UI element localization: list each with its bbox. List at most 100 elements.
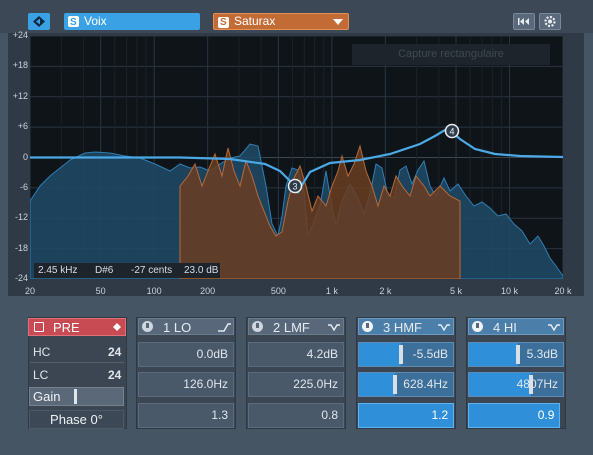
hc-label: HC <box>33 345 51 359</box>
x-tick-label: 100 <box>146 286 162 296</box>
y-tick-label: -12 <box>14 212 28 223</box>
y-tick-label: -18 <box>14 242 28 253</box>
band-value: 0.8 <box>321 408 338 422</box>
power-icon[interactable] <box>142 321 153 332</box>
phase-label: Phase 0° <box>50 412 103 427</box>
band-1-freq-field[interactable]: 126.0Hz <box>138 372 234 397</box>
power-icon[interactable] <box>472 321 483 332</box>
value-fill <box>359 343 402 366</box>
band-value: 5.3dB <box>526 347 558 361</box>
x-tick-label: 20 k <box>554 286 572 296</box>
pre-link-icon[interactable] <box>111 321 123 333</box>
low-shelf-icon[interactable] <box>217 321 231 333</box>
hc-slope-value[interactable]: 24 <box>108 345 121 359</box>
phase-button[interactable]: Phase 0° <box>29 410 124 429</box>
band-2-header: 2 LMF <box>248 318 344 335</box>
band-name: 1 LO <box>163 320 192 335</box>
band-4-freq-field[interactable]: 4807Hz <box>468 372 564 397</box>
gain-slider[interactable]: Gain <box>29 387 124 406</box>
band-3-header: 3 HMF <box>358 318 454 335</box>
band-1-q-field[interactable]: 1.3 <box>138 403 234 428</box>
band-3-gain-field[interactable]: -5.5dB <box>358 342 454 367</box>
band-value: 4.2dB <box>306 347 338 361</box>
top-bar: Voix Saturax <box>0 0 593 33</box>
band-2-gain-field[interactable]: 4.2dB <box>248 342 344 367</box>
band-value: 0.0dB <box>196 347 228 361</box>
peak-filter-icon[interactable] <box>327 321 341 333</box>
band-4-gain-field[interactable]: 5.3dB <box>468 342 564 367</box>
y-tick-label: +6 <box>17 121 28 132</box>
peak-filter-icon[interactable] <box>437 321 451 333</box>
band-value: 126.0Hz <box>183 377 228 391</box>
eq-spectrum-svg: 3 4 <box>30 36 563 279</box>
insert-name: Saturax <box>234 14 276 28</box>
y-tick-label: -24 <box>14 273 28 283</box>
band-value: 225.0Hz <box>293 377 338 391</box>
reset-button[interactable] <box>513 13 535 30</box>
x-tick-label: 1 k <box>325 286 338 296</box>
band-4-q-field[interactable]: 0.9 <box>468 403 561 428</box>
y-tick-label: 0 <box>22 151 28 162</box>
channel-name-field[interactable]: Voix <box>64 13 200 31</box>
value-marker <box>399 345 404 364</box>
gear-icon <box>544 15 556 28</box>
x-tick-label: 50 <box>95 286 106 296</box>
x-tick-label: 200 <box>200 286 216 296</box>
band-1-header: 1 LO <box>138 318 234 335</box>
y-tick-label: +12 <box>12 90 28 101</box>
diamond-arrows-icon <box>33 16 45 27</box>
band-value: -5.5dB <box>412 347 448 361</box>
readout-level: 23.0 dB <box>184 265 219 276</box>
pre-bypass-icon[interactable] <box>34 322 44 332</box>
lc-slope-value[interactable]: 24 <box>108 368 121 382</box>
x-tick-label: 500 <box>270 286 286 296</box>
y-tick-label: -6 <box>19 181 28 192</box>
cursor-readout: 2.45 kHz D#6 -27 cents 23.0 dB <box>34 263 220 278</box>
pre-divider <box>30 362 124 363</box>
channel-name: Voix <box>84 14 107 28</box>
eq-display[interactable]: 3 4 <box>30 36 563 279</box>
x-tick-label: 5 k <box>450 286 463 296</box>
gain-label: Gain <box>33 389 61 404</box>
band-2-q-field[interactable]: 0.8 <box>248 403 344 428</box>
band-name: 3 HMF <box>383 320 422 335</box>
insert-slot-icon <box>218 15 229 30</box>
skip-back-icon <box>518 18 529 25</box>
band-3-freq-field[interactable]: 628.4Hz <box>358 372 454 397</box>
pre-title: PRE <box>53 320 80 335</box>
value-marker <box>515 345 520 364</box>
x-tick-label: 10 k <box>501 286 519 296</box>
band-name: 4 HI <box>493 320 517 335</box>
settings-button[interactable] <box>539 13 561 30</box>
band-4-header: 4 HI <box>468 318 564 335</box>
readout-cents: -27 cents <box>131 265 173 276</box>
value-fill <box>469 343 518 366</box>
eq-node-4[interactable]: 4 <box>444 123 460 139</box>
logo-button[interactable] <box>28 13 50 30</box>
band-name: 2 LMF <box>273 320 310 335</box>
power-icon[interactable] <box>362 321 373 332</box>
chevron-down-icon <box>333 19 343 25</box>
gain-slider-handle[interactable] <box>74 389 77 404</box>
channel-strip-icon <box>68 14 79 31</box>
band-1-gain-field[interactable]: 0.0dB <box>138 342 234 367</box>
x-tick-label: 2 k <box>379 286 392 296</box>
power-icon[interactable] <box>252 321 263 332</box>
value-marker <box>392 375 397 394</box>
eq-node-3[interactable]: 3 <box>287 178 303 194</box>
y-tick-label: +24 <box>12 30 28 40</box>
pre-header[interactable]: PRE <box>28 318 126 336</box>
svg-text:3: 3 <box>292 182 297 192</box>
band-value: 1.2 <box>431 408 449 422</box>
readout-frequency: 2.45 kHz <box>38 265 78 276</box>
x-tick-label: 20 <box>24 286 36 296</box>
band-3-q-field[interactable]: 1.2 <box>358 403 455 428</box>
band-value: 4807Hz <box>516 377 558 391</box>
band-2-freq-field[interactable]: 225.0Hz <box>248 372 344 397</box>
high-shelf-icon[interactable] <box>547 321 561 333</box>
rectangle-capture-tooltip: Capture rectangulaire <box>352 44 550 65</box>
readout-note: D#6 <box>95 265 114 276</box>
insert-selector[interactable]: Saturax <box>213 13 349 30</box>
band-value: 0.9 <box>537 408 555 422</box>
lc-label: LC <box>33 368 49 382</box>
